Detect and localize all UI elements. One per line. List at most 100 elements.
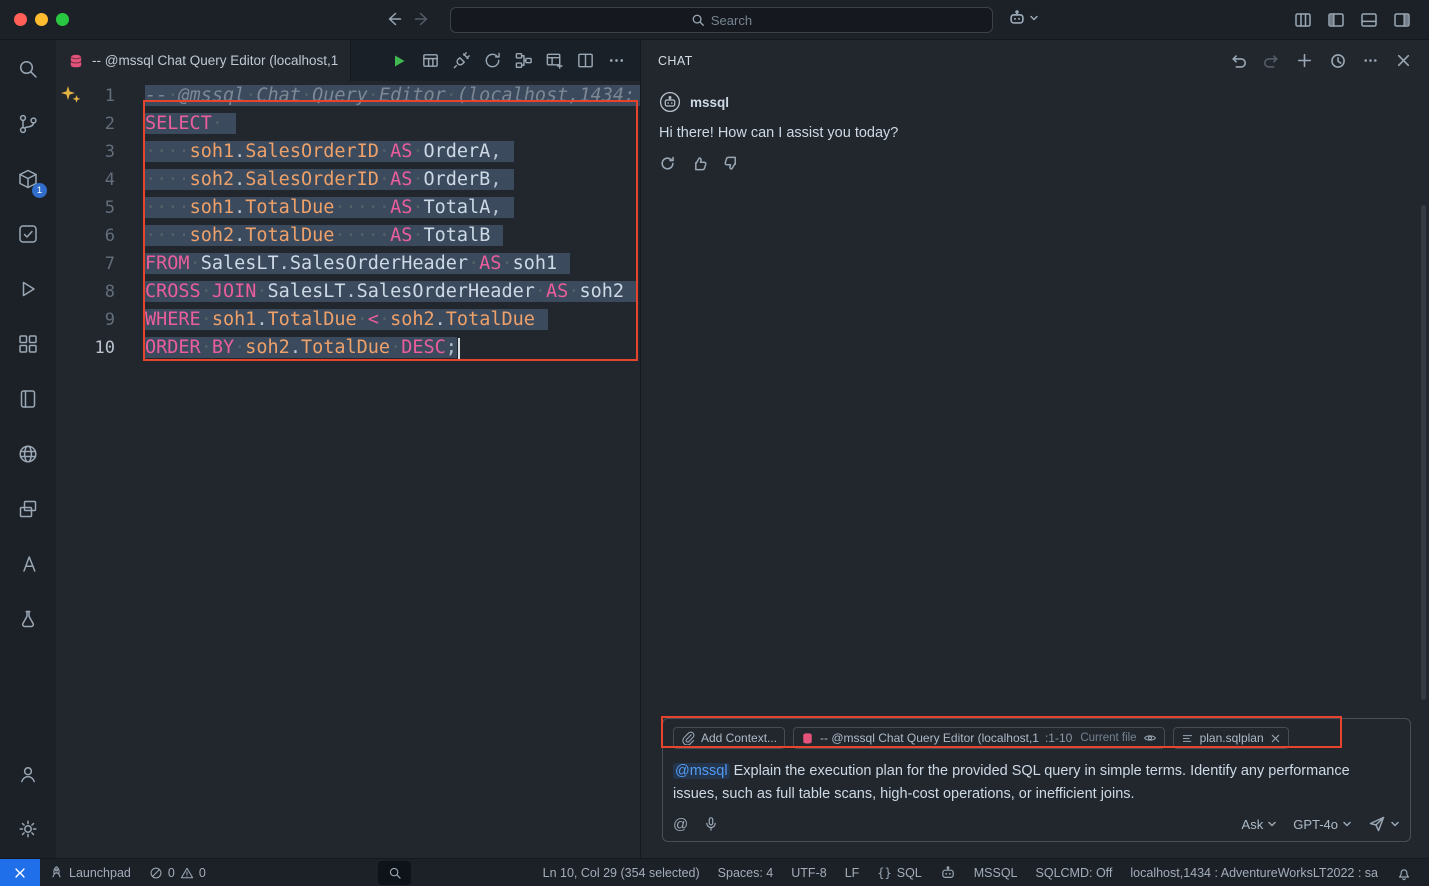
title-bar: Search [0,0,1429,40]
connection-status[interactable]: localhost,1434 : AdventureWorksLT2022 : … [1121,859,1387,886]
globe-icon [16,442,40,466]
tab-query-editor[interactable]: -- @mssql Chat Query Editor (localhost,1 [56,40,351,81]
remote-indicator[interactable] [0,859,40,886]
context-chip-current-file[interactable]: -- @mssql Chat Query Editor (localhost,1… [793,727,1165,749]
code-line[interactable]: ORDER·BY·soh2.TotalDue·DESC; [145,334,640,362]
send-button[interactable] [1368,815,1400,833]
problems-indicator[interactable]: 0 0 [140,859,215,886]
sidebar-item-azure[interactable] [0,536,56,591]
account-icon [16,762,40,786]
context-attachments: Add Context... -- @mssql Chat Query Edit… [673,725,1400,751]
microphone-icon[interactable] [703,816,719,832]
indentation-setting[interactable]: Spaces: 4 [709,859,783,886]
sidebar-item-package[interactable]: 1 [0,151,56,206]
encoding-setting[interactable]: UTF-8 [782,859,835,886]
code-line[interactable]: ····soh2.TotalDue·····AS·TotalB [145,222,640,250]
undo-icon[interactable] [1230,52,1247,69]
eol-setting[interactable]: LF [836,859,869,886]
connect-plug-icon[interactable] [452,51,471,70]
new-chat-icon[interactable] [1296,52,1313,69]
sidebar-item-github[interactable] [0,426,56,481]
copilot-robot-icon [1008,9,1026,27]
eye-icon[interactable] [1143,731,1157,745]
toggle-panel-icon[interactable] [1360,11,1378,29]
sqlcmd-status[interactable]: SQLCMD: Off [1027,859,1122,886]
code-line[interactable]: CROSS·JOIN·SalesLT.SalesOrderHeader·AS·s… [145,278,640,306]
command-center-search[interactable]: Search [450,7,993,33]
run-query-button[interactable] [389,51,409,71]
history-icon[interactable] [1329,52,1346,69]
more-actions-icon[interactable] [607,51,626,70]
mention-at-button[interactable]: @ [673,817,688,832]
notifications-bell[interactable] [1387,859,1421,886]
chat-input-toolbar: @ Ask GPT-4o [673,815,1400,833]
toggle-primary-sidebar-icon[interactable] [1327,11,1345,29]
code-line[interactable]: --·@mssql·Chat·Query·Editor·(localhost,1… [145,82,640,110]
close-window-button[interactable] [14,13,27,26]
chat-input-box[interactable]: Add Context... -- @mssql Chat Query Edit… [662,718,1411,842]
results-grid-icon[interactable] [421,51,440,70]
accounts-button[interactable] [0,746,56,801]
code-line[interactable]: ····soh1.TotalDue·····AS·TotalA, [145,194,640,222]
back-arrow-icon[interactable] [384,10,402,28]
zoom-indicator[interactable] [378,861,411,885]
line-number: 7 [56,250,145,278]
chevron-down-icon [1267,819,1277,829]
sidebar-item-search[interactable] [0,41,56,96]
activity-bar: 1 [0,40,56,858]
mssql-status[interactable]: MSSQL [965,859,1027,886]
code-editor[interactable]: 12345678910 --·@mssql·Chat·Query·Editor·… [56,81,640,858]
sidebar-item-source-control[interactable] [0,96,56,151]
code-line[interactable]: FROM·SalesLT.SalesOrderHeader·AS·soh1 [145,250,640,278]
close-icon[interactable] [1395,52,1412,69]
cursor-position[interactable]: Ln 10, Col 29 (354 selected) [534,859,709,886]
schema-icon[interactable] [514,51,533,70]
sidebar-item-testing[interactable] [0,206,56,261]
search-icon [16,57,40,81]
code-line[interactable]: SELECT· [145,110,640,138]
sidebar-item-remote-explorer[interactable] [0,481,56,536]
sidebar-item-sql-projects[interactable] [0,591,56,646]
minimize-window-button[interactable] [35,13,48,26]
add-context-button[interactable]: Add Context... [673,727,785,749]
testing-check-icon [16,222,40,246]
forward-arrow-icon[interactable] [414,10,432,28]
customize-layout-icon[interactable] [1294,11,1312,29]
settings-button[interactable] [0,801,56,856]
editor-group: -- @mssql Chat Query Editor (localhost,1… [56,40,641,858]
chat-input-text[interactable]: @mssql Explain the execution plan for th… [673,760,1379,806]
sidebar-item-notebook[interactable] [0,371,56,426]
error-circle-icon [149,866,163,880]
plan-file-name: plan.sqlplan [1200,731,1264,745]
sidebar-item-extensions[interactable] [0,316,56,371]
language-mode[interactable]: {}SQL [868,859,930,886]
context-chip-plan-file[interactable]: plan.sqlplan [1173,727,1289,749]
redo-icon[interactable] [1263,52,1280,69]
copilot-menu-button[interactable] [1008,9,1039,27]
line-number: 4 [56,166,145,194]
thumbs-up-icon[interactable] [691,155,708,172]
assistant-message: Hi there! How can I assist you today? [659,125,1411,141]
mode-picker[interactable]: Ask [1242,817,1278,832]
chat-scrollbar[interactable] [1421,205,1426,700]
code-line[interactable]: WHERE·soh1.TotalDue·<·soh2.TotalDue [145,306,640,334]
launchpad-button[interactable]: Launchpad [40,859,140,886]
chat-input-area: Add Context... -- @mssql Chat Query Edit… [662,718,1411,842]
thumbs-down-icon[interactable] [723,155,740,172]
toggle-secondary-sidebar-icon[interactable] [1393,11,1411,29]
table-designer-icon[interactable] [545,51,564,70]
copilot-status[interactable] [931,859,965,886]
mention-chip[interactable]: @mssql [673,763,730,779]
split-editor-icon[interactable] [576,51,595,70]
editor-actions [389,40,640,81]
maximize-window-button[interactable] [56,13,69,26]
close-icon[interactable] [1270,733,1281,744]
more-actions-icon[interactable] [1362,52,1379,69]
copilot-sparkle-icon[interactable] [60,84,82,106]
regenerate-icon[interactable] [659,155,676,172]
estimated-plan-icon[interactable] [483,51,502,70]
sidebar-item-run-debug[interactable] [0,261,56,316]
model-picker[interactable]: GPT-4o [1293,817,1352,832]
code-line[interactable]: ····soh1.SalesOrderID·AS·OrderA, [145,138,640,166]
code-line[interactable]: ····soh2.SalesOrderID·AS·OrderB, [145,166,640,194]
